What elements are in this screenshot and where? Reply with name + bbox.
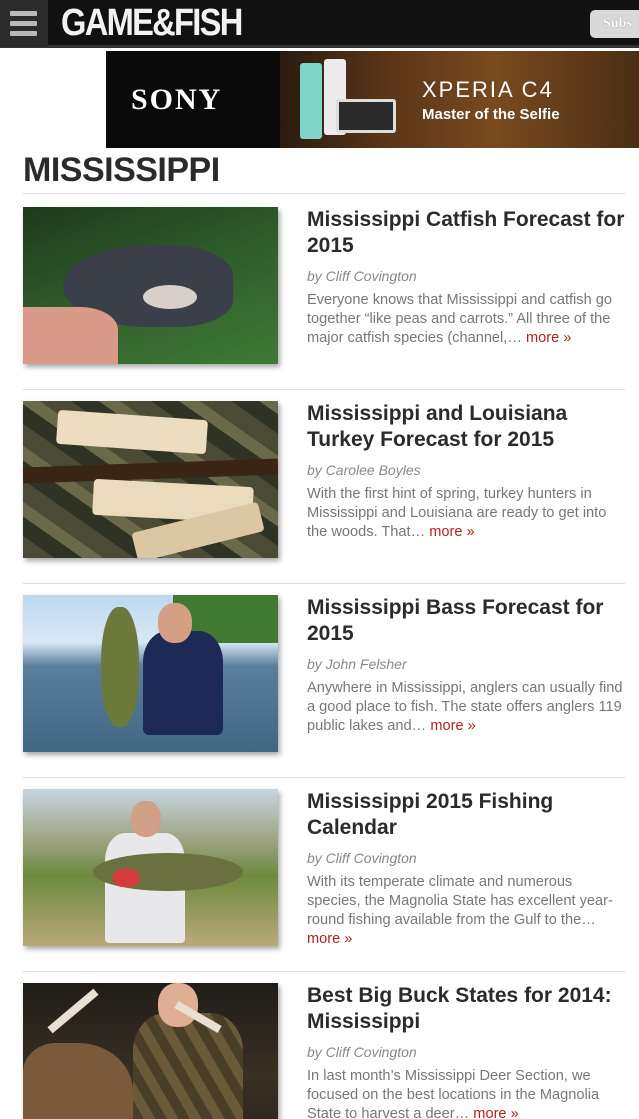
article-title[interactable]: Best Big Buck States for 2014: Mississip… <box>307 983 625 1035</box>
menu-icon-bar <box>10 31 37 36</box>
ad-brand-logo: SONY <box>131 83 223 116</box>
divider <box>23 193 625 194</box>
excerpt-text: With its temperate climate and numerous … <box>307 874 613 928</box>
article-byline: by John Felsher <box>307 656 407 672</box>
divider <box>23 389 625 390</box>
article-thumbnail[interactable] <box>23 401 278 558</box>
article-byline: by Carolee Boyles <box>307 462 421 478</box>
article-excerpt: Everyone knows that Mississippi and catf… <box>307 291 625 348</box>
article-title[interactable]: Mississippi 2015 Fishing Calendar <box>307 789 625 841</box>
article-excerpt: With the first hint of spring, turkey hu… <box>307 485 625 542</box>
menu-icon[interactable] <box>0 0 48 47</box>
divider <box>23 971 625 972</box>
more-link[interactable]: more » <box>473 1106 518 1119</box>
excerpt-text: In last month’s Mississippi Deer Section… <box>307 1068 600 1119</box>
article-excerpt: In last month’s Mississippi Deer Section… <box>307 1067 625 1119</box>
article-thumbnail[interactable] <box>23 983 278 1119</box>
turkey-call-image <box>55 409 209 455</box>
article-byline: by Cliff Covington <box>307 850 417 866</box>
subscribe-button[interactable]: Subs <box>590 10 639 38</box>
page-title: MISSISSIPPI <box>23 151 220 189</box>
phone-image <box>336 99 396 133</box>
divider <box>23 583 625 584</box>
article-thumbnail[interactable] <box>23 789 278 946</box>
catfish-mouth <box>143 285 197 309</box>
article-title[interactable]: Mississippi and Louisiana Turkey Forecas… <box>307 401 625 453</box>
menu-icon-bar <box>10 21 37 26</box>
more-link[interactable]: more » <box>429 524 474 540</box>
bass-image <box>101 607 139 727</box>
deer-image <box>23 1043 133 1119</box>
angler-head <box>131 801 161 837</box>
article-title[interactable]: Mississippi Bass Forecast for 2015 <box>307 595 625 647</box>
shotgun-image <box>23 458 278 484</box>
ad-model: XPERIA C4 <box>422 77 554 102</box>
article-thumbnail[interactable] <box>23 595 278 752</box>
article-excerpt: With its temperate climate and numerous … <box>307 873 625 949</box>
angler-head <box>158 603 192 643</box>
article-byline: by Cliff Covington <box>307 268 417 284</box>
more-link[interactable]: more » <box>526 330 571 346</box>
article-byline: by Cliff Covington <box>307 1044 417 1060</box>
site-logo[interactable]: GAME&FISH <box>61 2 243 44</box>
ad-tagline: Master of the Selfie <box>422 106 560 123</box>
phone-image <box>300 63 322 139</box>
article-excerpt: Anywhere in Mississippi, anglers can usu… <box>307 679 625 736</box>
article-thumbnail[interactable] <box>23 207 278 364</box>
divider <box>23 777 625 778</box>
site-header: GAME&FISH Subs <box>0 0 639 48</box>
angler-image <box>143 631 223 735</box>
menu-icon-bar <box>10 11 37 16</box>
hunter-image <box>133 1013 243 1119</box>
bass-mouth <box>113 869 139 887</box>
article-title[interactable]: Mississippi Catfish Forecast for 2015 <box>307 207 625 259</box>
hand-image <box>23 307 118 364</box>
more-link[interactable]: more » <box>307 931 352 947</box>
antler-image <box>47 988 99 1034</box>
more-link[interactable]: more » <box>430 718 475 734</box>
ad-banner[interactable]: SONY XPERIA C4 Master of the Selfie <box>106 51 639 148</box>
